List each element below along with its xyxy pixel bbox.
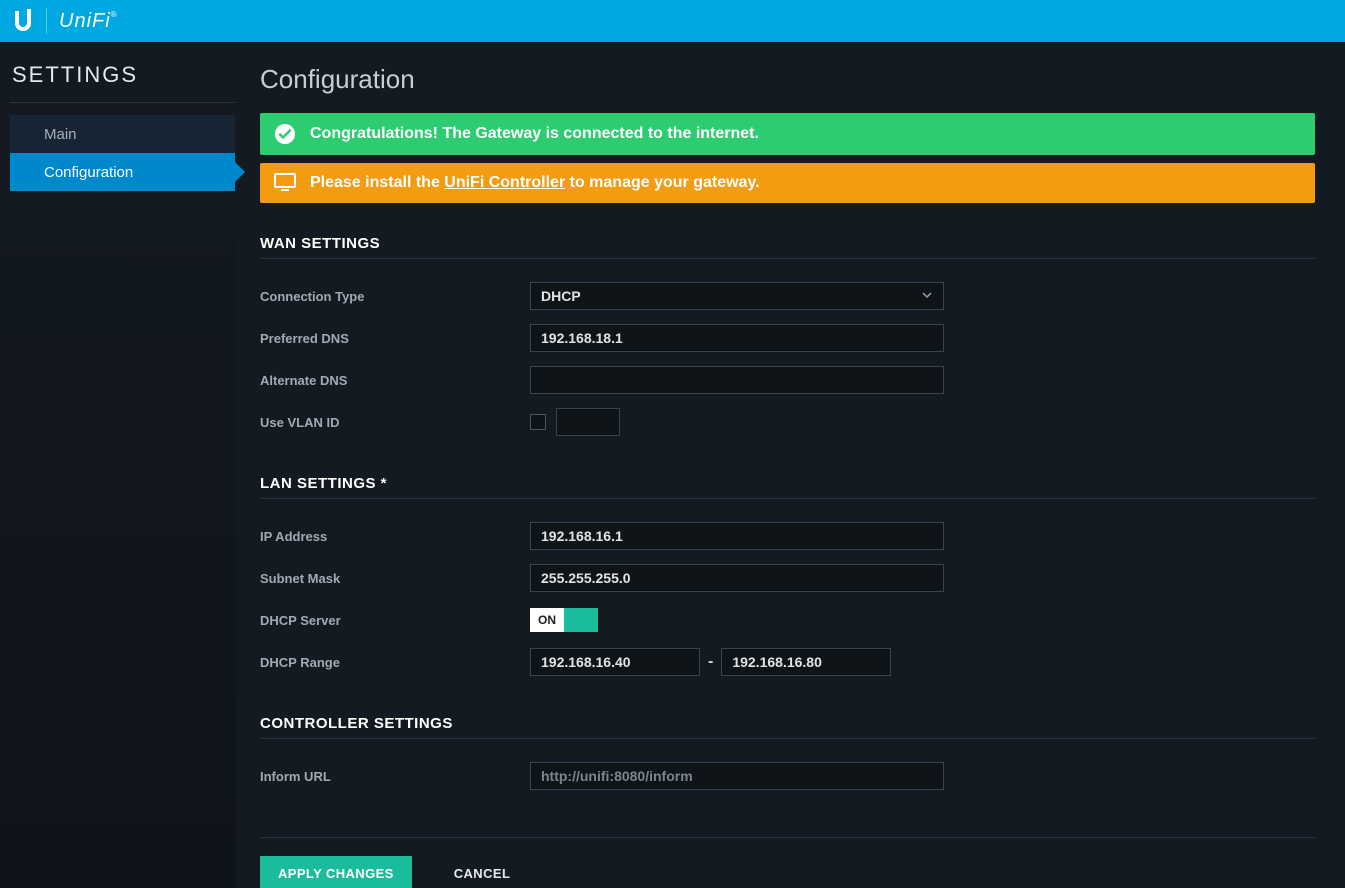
label-subnet-mask: Subnet Mask — [260, 571, 530, 586]
subnet-mask-input[interactable] — [530, 564, 944, 592]
alert-text-suffix: to manage your gateway. — [565, 174, 759, 191]
sidebar-item-label: Configuration — [44, 164, 133, 181]
divider — [46, 8, 47, 34]
sidebar-item-main[interactable]: Main — [10, 115, 235, 153]
sidebar: SETTINGS Main Configuration — [0, 42, 236, 888]
sidebar-item-configuration[interactable]: Configuration — [10, 153, 235, 191]
label-dhcp-range: DHCP Range — [260, 655, 530, 670]
label-inform-url: Inform URL — [260, 769, 530, 784]
label-preferred-dns: Preferred DNS — [260, 331, 530, 346]
alert-warning: Please install the UniFi Controller to m… — [260, 163, 1315, 203]
divider — [260, 258, 1315, 259]
dhcp-range-end-input[interactable] — [721, 648, 891, 676]
label-dhcp-server: DHCP Server — [260, 613, 530, 628]
alert-success: Congratulations! The Gateway is connecte… — [260, 113, 1315, 155]
section-title-controller: CONTROLLER SETTINGS — [260, 715, 1315, 732]
apply-changes-button[interactable]: APPLY CHANGES — [260, 856, 412, 888]
connection-type-select-wrap: DHCP — [530, 282, 944, 310]
main-content: Configuration Congratulations! The Gatew… — [236, 42, 1345, 888]
label-alternate-dns: Alternate DNS — [260, 373, 530, 388]
range-separator: - — [708, 653, 713, 671]
toggle-label: ON — [530, 613, 564, 627]
toggle-knob — [564, 608, 598, 632]
alert-text-prefix: Please install the — [310, 174, 444, 191]
vlan-id-input[interactable] — [556, 408, 620, 436]
label-ip-address: IP Address — [260, 529, 530, 544]
ubiquiti-logo-icon — [12, 9, 34, 33]
connection-type-select[interactable]: DHCP — [530, 282, 944, 310]
top-bar: UniFi® — [0, 0, 1345, 42]
label-connection-type: Connection Type — [260, 289, 530, 304]
check-circle-icon — [274, 123, 296, 145]
page-title: Configuration — [260, 64, 1315, 95]
label-use-vlan: Use VLAN ID — [260, 415, 530, 430]
divider — [10, 102, 235, 103]
sidebar-item-label: Main — [44, 126, 77, 143]
dhcp-range-start-input[interactable] — [530, 648, 700, 676]
use-vlan-checkbox[interactable] — [530, 414, 546, 430]
dhcp-server-toggle[interactable]: ON — [530, 608, 598, 632]
unifi-controller-link[interactable]: UniFi Controller — [444, 174, 565, 191]
alert-text: Congratulations! The Gateway is connecte… — [310, 125, 759, 143]
alternate-dns-input[interactable] — [530, 366, 944, 394]
divider — [260, 738, 1315, 739]
preferred-dns-input[interactable] — [530, 324, 944, 352]
inform-url-input[interactable] — [530, 762, 944, 790]
divider — [260, 498, 1315, 499]
section-title-lan: LAN SETTINGS * — [260, 475, 1315, 492]
alert-text: Please install the UniFi Controller to m… — [310, 174, 760, 192]
section-title-wan: WAN SETTINGS — [260, 235, 1315, 252]
cancel-button[interactable]: CANCEL — [436, 856, 529, 888]
install-icon — [274, 173, 296, 193]
ip-address-input[interactable] — [530, 522, 944, 550]
sidebar-title: SETTINGS — [10, 62, 236, 102]
divider — [260, 837, 1315, 838]
unifi-logo: UniFi® — [59, 10, 118, 33]
